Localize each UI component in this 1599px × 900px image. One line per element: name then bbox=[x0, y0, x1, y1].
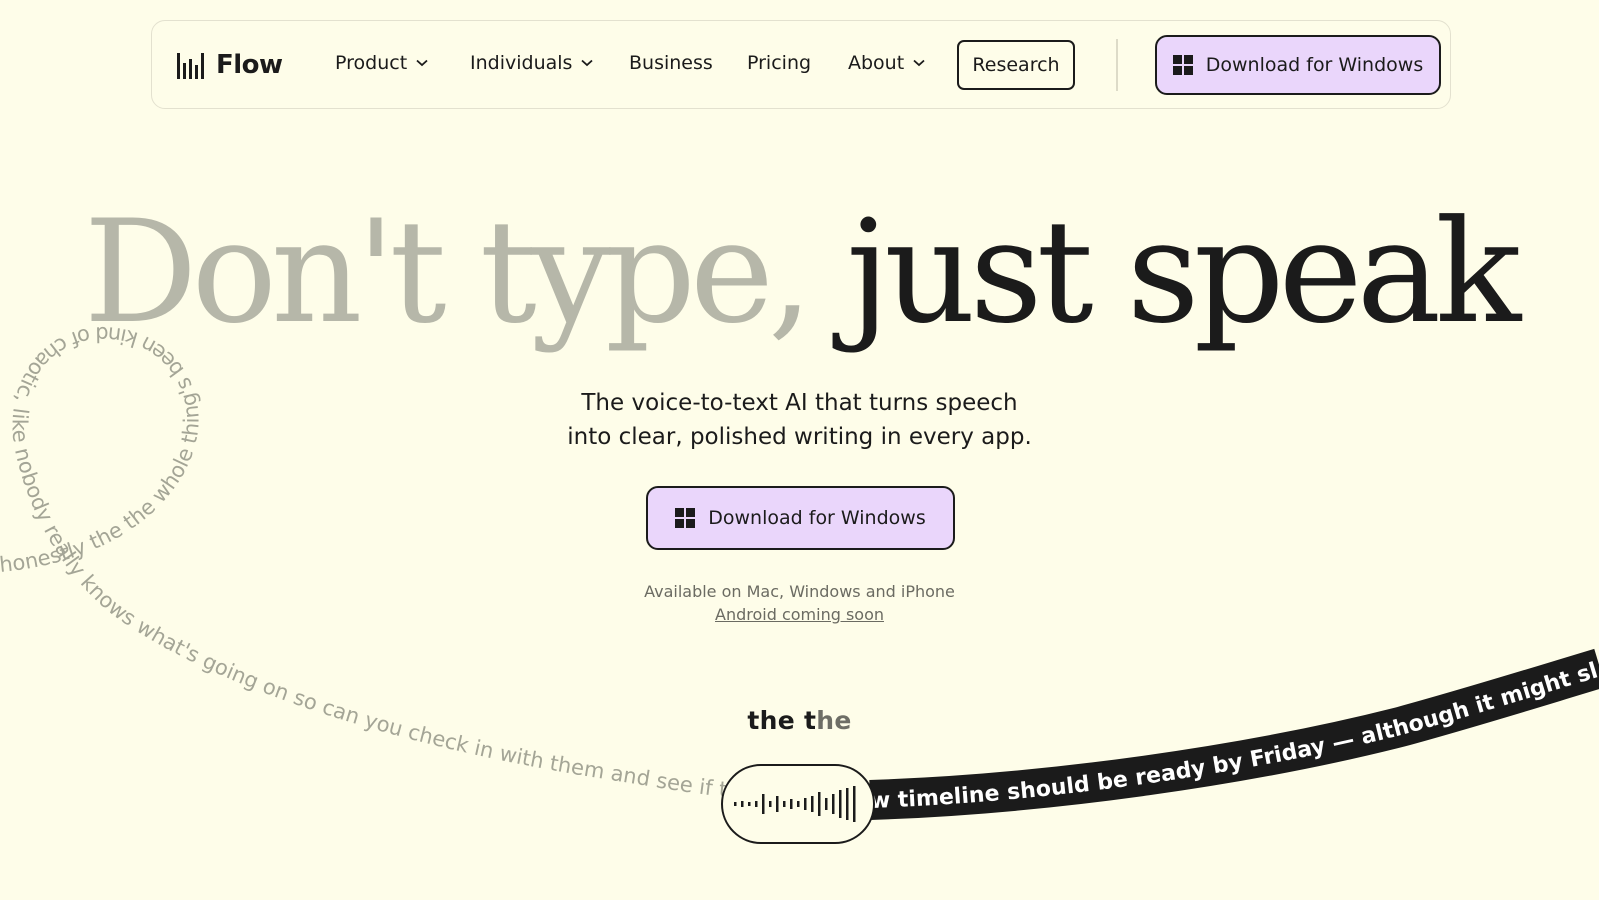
chevron-down-icon bbox=[416, 59, 428, 67]
subtitle-line-1: The voice-to-text AI that turns speech bbox=[581, 390, 1018, 416]
waveform-bars-icon bbox=[177, 53, 204, 79]
nav-item-label: About bbox=[848, 52, 905, 74]
nav-item-about[interactable]: About bbox=[848, 52, 925, 74]
audio-waveform-icon bbox=[734, 786, 856, 822]
headline-strong-part: just speak bbox=[846, 190, 1521, 355]
nav-item-label: Business bbox=[629, 52, 713, 74]
android-coming-soon-link[interactable]: Android coming soon bbox=[715, 605, 884, 624]
nav-divider bbox=[1116, 39, 1118, 91]
voice-input-pill[interactable] bbox=[721, 764, 875, 844]
nav-item-label: Individuals bbox=[470, 52, 573, 74]
top-navigation-bar: Flow Product Individuals Business Pricin… bbox=[151, 20, 1451, 109]
research-button[interactable]: Research bbox=[957, 40, 1075, 90]
logo-text: Flow bbox=[216, 50, 283, 80]
flow-logo[interactable]: Flow bbox=[177, 50, 283, 80]
nav-item-product[interactable]: Product bbox=[335, 52, 428, 74]
live-word-done: the t bbox=[747, 706, 817, 735]
nav-item-individuals[interactable]: Individuals bbox=[470, 52, 594, 74]
windows-logo-icon bbox=[1172, 55, 1193, 75]
hero-headline: Don't type, just speak bbox=[0, 178, 1599, 368]
chevron-down-icon bbox=[581, 59, 594, 67]
hero-subtitle: The voice-to-text AI that turns speech i… bbox=[0, 386, 1599, 454]
nav-item-label: Product bbox=[335, 52, 408, 74]
nav-item-pricing[interactable]: Pricing bbox=[747, 52, 811, 74]
download-button-label: Download for Windows bbox=[708, 507, 926, 529]
subtitle-line-2: into clear, polished writing in every ap… bbox=[567, 424, 1032, 450]
availability-note: Available on Mac, Windows and iPhone And… bbox=[0, 580, 1599, 626]
nav-item-label: Pricing bbox=[747, 52, 812, 74]
availability-text: Available on Mac, Windows and iPhone bbox=[644, 582, 955, 601]
live-transcription-word: the the bbox=[0, 706, 1599, 735]
nav-item-business[interactable]: Business bbox=[629, 52, 713, 74]
nav-download-windows-button[interactable]: Download for Windows bbox=[1155, 35, 1441, 95]
windows-logo-icon bbox=[675, 508, 696, 528]
hero-download-windows-button[interactable]: Download for Windows bbox=[646, 486, 955, 550]
chevron-down-icon bbox=[913, 59, 925, 67]
headline-faded-part: Don't type, bbox=[83, 190, 813, 355]
download-button-label: Download for Windows bbox=[1205, 54, 1424, 76]
live-word-pending: he bbox=[816, 706, 852, 735]
